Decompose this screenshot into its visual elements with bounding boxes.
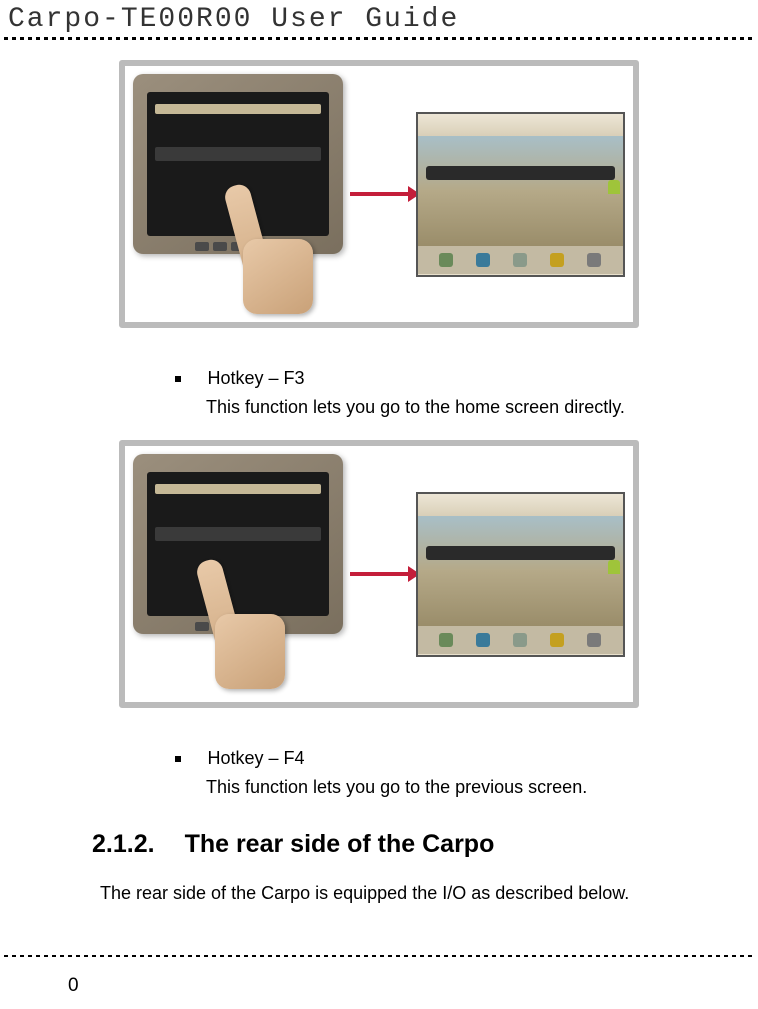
title-divider: [4, 37, 754, 40]
hotkey-f3-label: Hotkey – F3: [207, 368, 304, 388]
arrow-icon: [350, 192, 410, 196]
hand-illustration: [205, 559, 295, 679]
section-title: The rear side of the Carpo: [185, 830, 495, 858]
page-title: Carpo-TE00R00 User Guide: [0, 0, 758, 37]
result-screen-illustration: [416, 492, 625, 657]
hotkey-f4-label: Hotkey – F4: [207, 748, 304, 768]
arrow-icon: [350, 572, 410, 576]
figure-hotkey-f3: [119, 440, 639, 708]
footer-divider: [4, 955, 754, 957]
hotkey-f3-description: This function lets you go to the home sc…: [206, 395, 728, 420]
bullet-hotkey-f3: Hotkey – F3: [175, 368, 728, 389]
hand-illustration: [233, 184, 323, 304]
page-number: 0: [68, 975, 79, 997]
bullet-marker-icon: [175, 376, 181, 382]
figure-hotkey-f2: [119, 60, 639, 328]
result-screen-illustration: [416, 112, 625, 277]
content-area: Hotkey – F3 This function lets you go to…: [0, 60, 758, 907]
bullet-marker-icon: [175, 756, 181, 762]
hotkey-f4-description: This function lets you go to the previou…: [206, 775, 728, 800]
section-number: 2.1.2.: [92, 830, 155, 859]
bullet-hotkey-f4: Hotkey – F4: [175, 748, 728, 769]
section-heading: 2.1.2. The rear side of the Carpo: [92, 830, 728, 859]
section-body-text: The rear side of the Carpo is equipped t…: [100, 881, 728, 906]
